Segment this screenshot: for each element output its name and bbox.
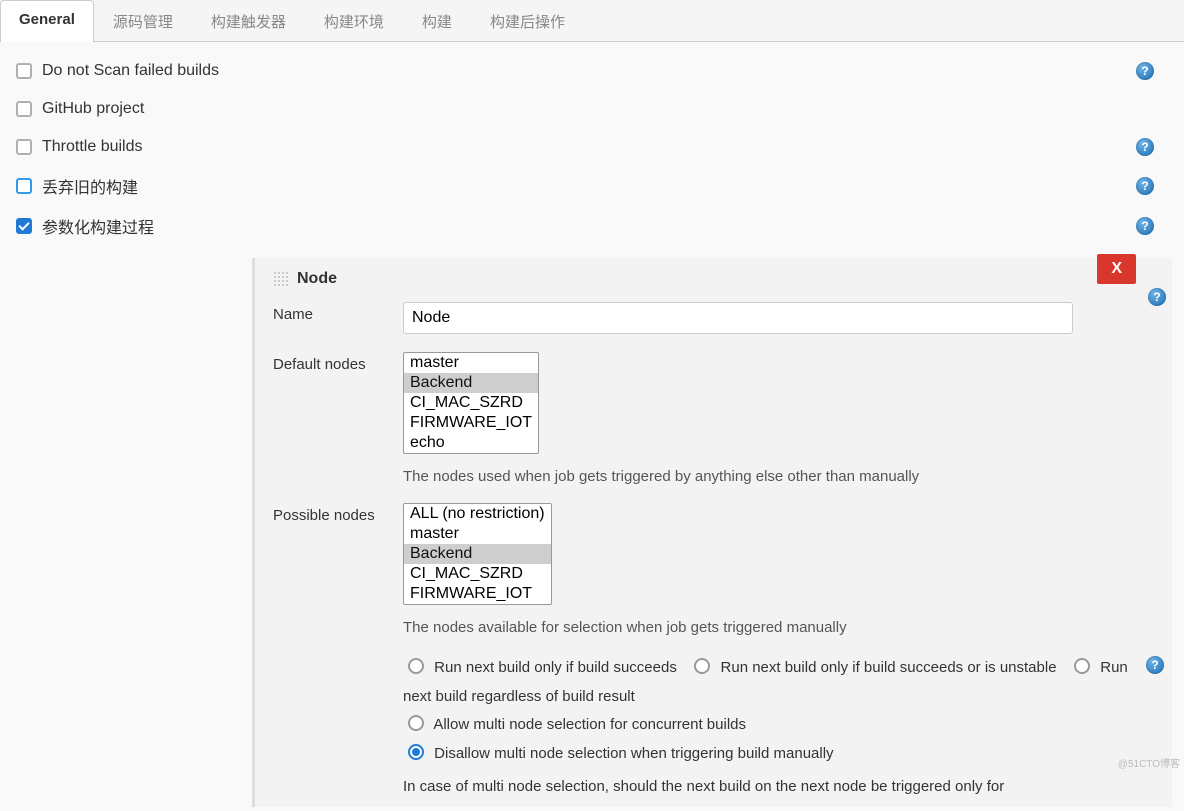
option-label: Do not Scan failed builds xyxy=(42,62,219,80)
radio-label: Run next build only if build succeeds xyxy=(434,659,677,676)
checkbox-throttle-builds[interactable] xyxy=(16,139,32,155)
radio-succeeds[interactable] xyxy=(408,658,424,674)
possible-nodes-select[interactable]: ALL (no restriction)masterBackendCI_MAC_… xyxy=(403,503,552,605)
block-title: Node xyxy=(297,270,337,288)
help-icon[interactable]: ? xyxy=(1146,656,1164,674)
label-name: Name xyxy=(273,302,403,323)
help-icon[interactable]: ? xyxy=(1148,288,1166,306)
radio-label: Disallow multi node selection when trigg… xyxy=(434,745,833,762)
tab-general[interactable]: General xyxy=(0,0,94,42)
default-nodes-select[interactable]: masterBackendCI_MAC_SZRDFIRMWARE_IOTecho xyxy=(403,352,539,454)
next-build-radios: ? Run next build only if build succeeds … xyxy=(403,654,1136,768)
radio-regardless[interactable] xyxy=(1074,658,1090,674)
config-tabs: General 源码管理 构建触发器 构建环境 构建 构建后操作 xyxy=(0,0,1184,42)
help-icon[interactable]: ? xyxy=(1136,217,1154,235)
radio-succeeds-unstable[interactable] xyxy=(694,658,710,674)
help-icon[interactable]: ? xyxy=(1136,177,1154,195)
radio-label: Run next build only if build succeeds or… xyxy=(721,659,1057,676)
option-label: 参数化构建过程 xyxy=(42,214,154,238)
option-discard-old: 丢弃旧的构建 ? xyxy=(12,166,1172,206)
label-default-nodes: Default nodes xyxy=(273,352,403,373)
help-icon[interactable]: ? xyxy=(1136,62,1154,80)
radio-disallow-multi[interactable] xyxy=(408,744,424,760)
tab-postbuild[interactable]: 构建后操作 xyxy=(471,0,584,42)
option-label: Throttle builds xyxy=(42,138,143,156)
tab-env[interactable]: 构建环境 xyxy=(305,0,403,42)
block-header: Node xyxy=(273,270,1136,288)
radio-label: Allow multi node selection for concurren… xyxy=(433,716,746,733)
radio-allow-multi[interactable] xyxy=(408,715,424,731)
drag-handle-icon[interactable] xyxy=(273,271,289,287)
tab-build[interactable]: 构建 xyxy=(403,0,471,42)
name-input[interactable] xyxy=(403,302,1073,334)
default-nodes-desc: The nodes used when job gets triggered b… xyxy=(403,468,1136,485)
possible-nodes-desc: The nodes available for selection when j… xyxy=(403,619,1136,636)
checkbox-parameterized[interactable] xyxy=(16,218,32,234)
tab-scm[interactable]: 源码管理 xyxy=(94,0,192,42)
help-icon[interactable]: ? xyxy=(1136,138,1154,156)
option-label: GitHub project xyxy=(42,100,144,118)
row-default-nodes: Default nodes masterBackendCI_MAC_SZRDFI… xyxy=(273,352,1136,485)
delete-button[interactable]: X xyxy=(1097,254,1136,284)
option-do-not-scan: Do not Scan failed builds ? xyxy=(12,52,1172,90)
checkbox-discard-old[interactable] xyxy=(16,178,32,194)
node-parameter-block: X ? Node Name Default nodes masterBacken… xyxy=(252,258,1172,807)
tab-triggers[interactable]: 构建触发器 xyxy=(192,0,305,42)
option-parameterized: 参数化构建过程 ? xyxy=(12,206,1172,246)
multi-node-note: In case of multi node selection, should … xyxy=(403,778,1136,795)
checkbox-do-not-scan[interactable] xyxy=(16,63,32,79)
row-possible-nodes: Possible nodes ALL (no restriction)maste… xyxy=(273,503,1136,636)
row-name: Name xyxy=(273,302,1136,334)
checkbox-github-project[interactable] xyxy=(16,101,32,117)
general-section: Do not Scan failed builds ? GitHub proje… xyxy=(0,42,1184,811)
watermark: @51CTO博客 xyxy=(1118,755,1180,770)
option-github-project: GitHub project xyxy=(12,90,1172,128)
option-label: 丢弃旧的构建 xyxy=(42,174,138,198)
label-possible-nodes: Possible nodes xyxy=(273,503,403,524)
option-throttle-builds: Throttle builds ? xyxy=(12,128,1172,166)
